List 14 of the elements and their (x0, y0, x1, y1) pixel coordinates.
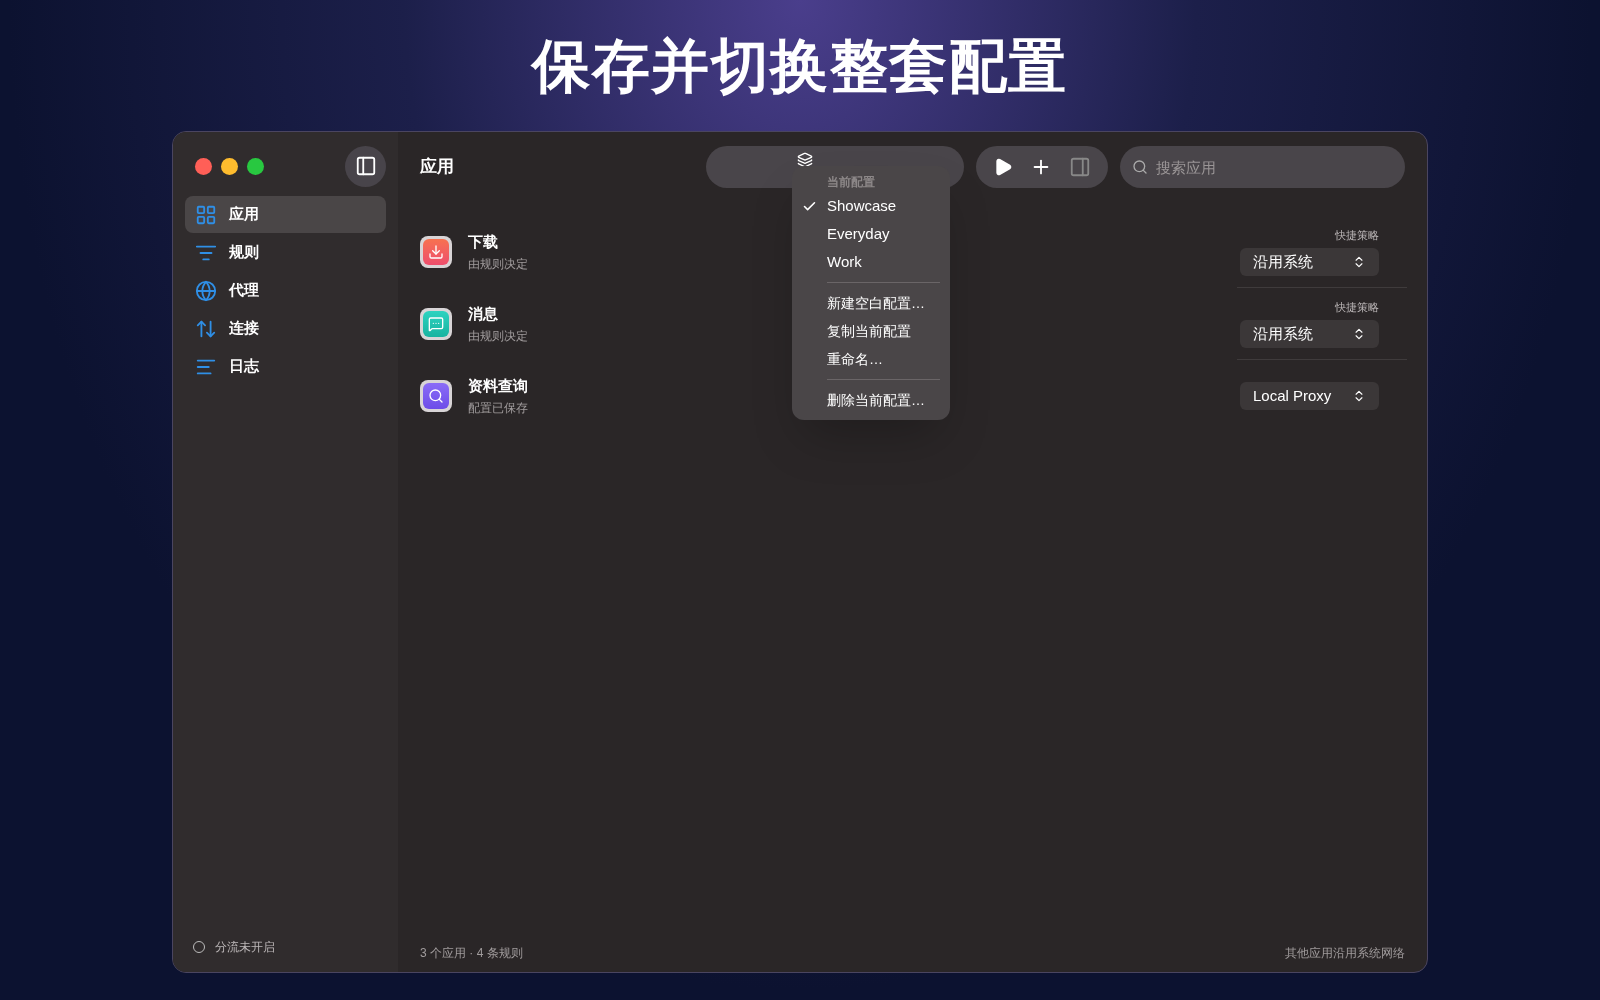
app-subtitle: 配置已保存 (468, 400, 528, 418)
app-subtitle: 由规则决定 (468, 328, 528, 346)
menu-header: 当前配置 (826, 174, 876, 191)
policy-label: 快捷策略 (1335, 228, 1379, 244)
footer-note: 其他应用沿用系统网络 (1285, 945, 1405, 962)
headline: 保存并切换整套配置 (532, 32, 1068, 100)
policy-label: 快捷策略 (1335, 300, 1379, 316)
app-name: 下载 (468, 231, 499, 252)
status-text: 分流未开启 (215, 939, 275, 956)
app-subtitle: 由规则决定 (468, 256, 528, 274)
footer-summary: 3 个应用 · 4 条规则 (420, 945, 523, 962)
page-title: 应用 (420, 156, 454, 179)
app-name: 资料查询 (468, 375, 528, 396)
app-name: 消息 (468, 303, 499, 324)
